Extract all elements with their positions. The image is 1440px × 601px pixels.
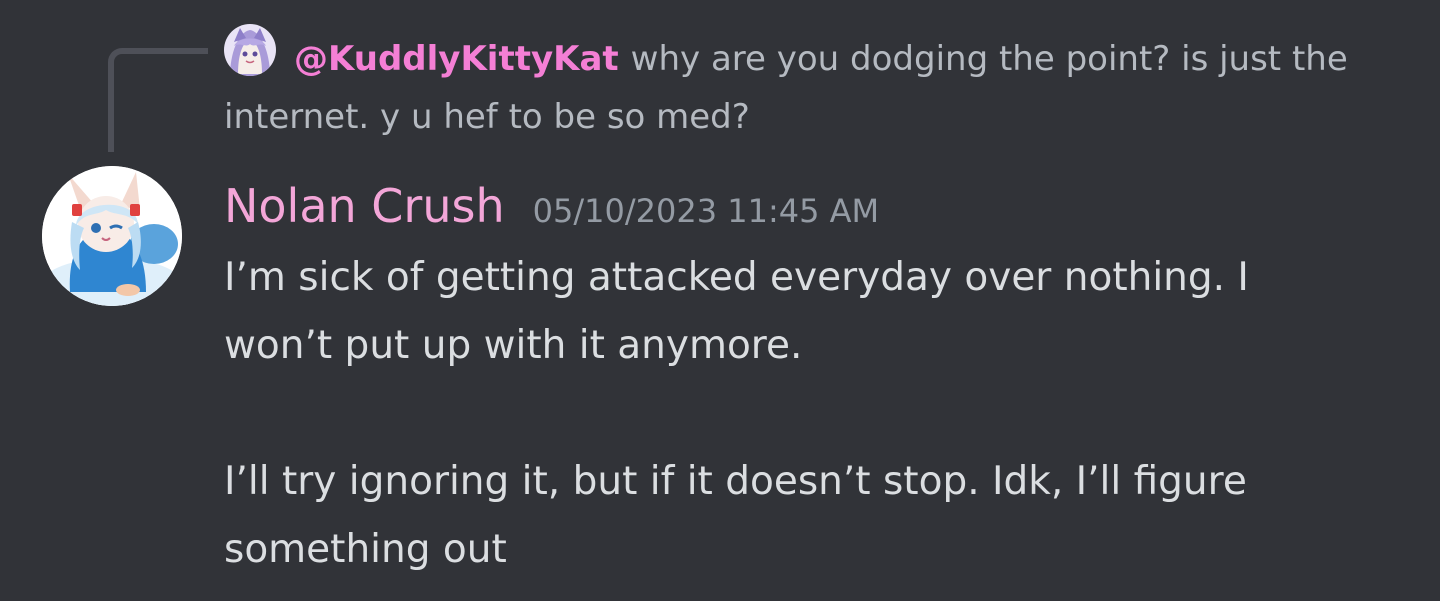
message-timestamp[interactable]: 05/10/2023 11:45 AM [533, 181, 880, 241]
author-avatar-image-icon [42, 166, 182, 306]
author-avatar[interactable] [42, 166, 182, 306]
reply-spine [108, 48, 208, 152]
reply-mention[interactable]: @KuddlyKittyKat [294, 39, 619, 79]
message-paragraph: I’ll try ignoring it, but if it doesn’t … [224, 459, 1247, 572]
message-header: Nolan Crush 05/10/2023 11:45 AM [224, 176, 879, 236]
reply-preview[interactable]: @KuddlyKittyKat why are you dodging the p… [224, 30, 1384, 146]
message-paragraph: I’m sick of getting attacked everyday ov… [224, 255, 1249, 368]
author-username[interactable]: Nolan Crush [224, 176, 505, 236]
message-content: I’m sick of getting attacked everyday ov… [224, 244, 1354, 584]
